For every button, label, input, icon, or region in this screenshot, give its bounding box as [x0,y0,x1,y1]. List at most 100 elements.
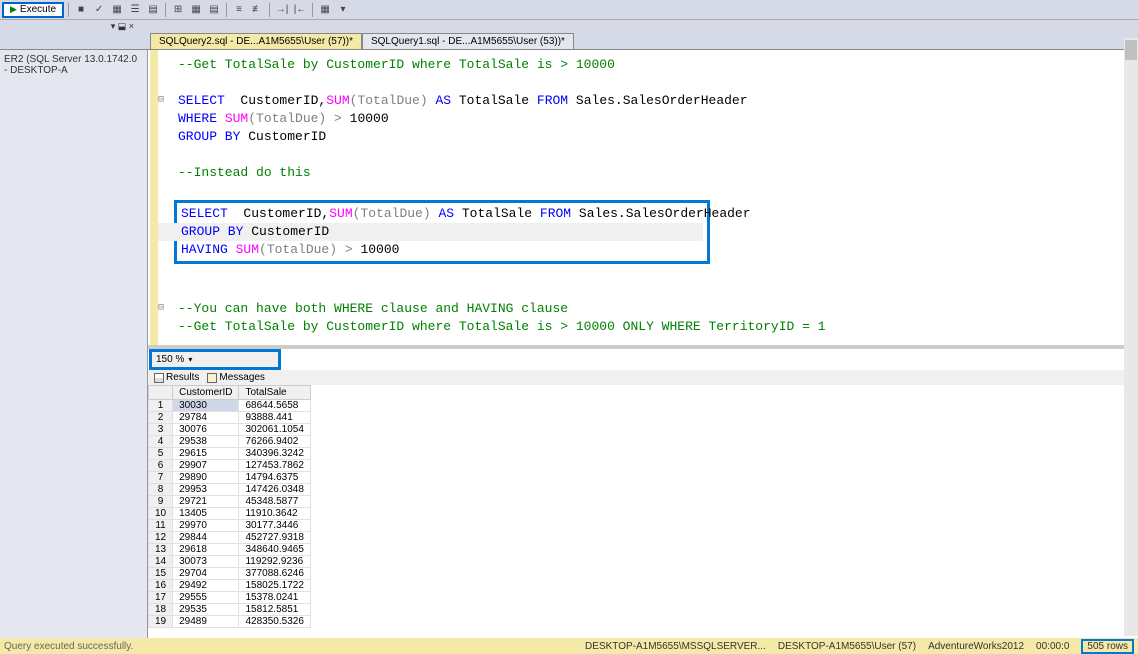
vertical-scrollbar[interactable] [1124,38,1138,636]
table-row[interactable]: 92972145348.5877 [149,496,311,508]
table-row[interactable]: 1229844452727.9318 [149,532,311,544]
table-row[interactable]: 13003068644.5658 [149,400,311,412]
cell-customerid[interactable]: 29721 [173,496,239,508]
table-row[interactable]: 42953876266.9402 [149,436,311,448]
results-grid[interactable]: CustomerID TotalSale 13003068644.5658229… [148,385,1138,640]
table-row[interactable]: 1529704377088.6246 [149,568,311,580]
table-row[interactable]: 172955515378.0241 [149,592,311,604]
zoom-level[interactable]: 150 % [156,354,184,365]
cell-customerid[interactable]: 29615 [173,448,239,460]
table-row[interactable]: 330076302061.1054 [149,424,311,436]
table-row[interactable]: 529615340396.3242 [149,448,311,460]
cell-customerid[interactable]: 29890 [173,472,239,484]
cell-customerid[interactable]: 29489 [173,616,239,628]
tab-query1[interactable]: SQLQuery1.sql - DE...A1M5655\User (53))* [362,33,574,49]
cell-customerid[interactable]: 29492 [173,580,239,592]
sql-editor[interactable]: --Get TotalSale by CustomerID where Tota… [150,50,1138,345]
cell-customerid[interactable]: 30073 [173,556,239,568]
cell-totalsale[interactable]: 377088.6246 [239,568,310,580]
cell-totalsale[interactable]: 158025.1722 [239,580,310,592]
cell-customerid[interactable]: 29555 [173,592,239,604]
cell-totalsale[interactable]: 93888.441 [239,412,310,424]
row-number: 12 [149,532,173,544]
debug-icon[interactable]: ■ [73,2,89,18]
pane-controls[interactable]: ▾ ⬓ × [111,21,134,32]
stats-icon[interactable]: ▤ [145,2,161,18]
table-row[interactable]: 829953147426.0348 [149,484,311,496]
row-number: 15 [149,568,173,580]
cell-totalsale[interactable]: 348640.9465 [239,544,310,556]
table-row[interactable]: 22978493888.441 [149,412,311,424]
cell-customerid[interactable]: 13405 [173,508,239,520]
cell-totalsale[interactable]: 147426.0348 [239,484,310,496]
cell-totalsale[interactable]: 302061.1054 [239,424,310,436]
table-row[interactable]: 629907127453.7862 [149,460,311,472]
cell-customerid[interactable]: 29538 [173,436,239,448]
tab-messages[interactable]: Messages [207,372,265,383]
cell-customerid[interactable]: 29844 [173,532,239,544]
row-number: 3 [149,424,173,436]
cell-totalsale[interactable]: 76266.9402 [239,436,310,448]
intellisense-icon[interactable]: ▾ [335,2,351,18]
cell-totalsale[interactable]: 30177.3446 [239,520,310,532]
cell-totalsale[interactable]: 14794.6375 [239,472,310,484]
table-row[interactable]: 101340511910.3642 [149,508,311,520]
cell-totalsale[interactable]: 68644.5658 [239,400,310,412]
indent-icon[interactable]: →| [274,2,290,18]
check-icon[interactable]: ✓ [91,2,107,18]
cell-customerid[interactable]: 29704 [173,568,239,580]
object-explorer: ER2 (SQL Server 13.0.1742.0 - DESKTOP-A [0,50,148,640]
uncomment-icon[interactable]: ≢ [249,2,265,18]
cell-customerid[interactable]: 29907 [173,460,239,472]
cell-totalsale[interactable]: 428350.5326 [239,616,310,628]
zoom-box-highlight: 150 % ▾ [149,349,281,370]
cell-customerid[interactable]: 29535 [173,604,239,616]
cell-totalsale[interactable]: 452727.9318 [239,532,310,544]
results-grid-icon[interactable]: ▦ [188,2,204,18]
sqlcmd-icon[interactable]: ▦ [317,2,333,18]
cell-totalsale[interactable]: 11910.3642 [239,508,310,520]
status-bar: Query executed successfully. DESKTOP-A1M… [0,638,1138,654]
parse-icon[interactable]: ▦ [109,2,125,18]
row-number: 17 [149,592,173,604]
horizontal-splitter[interactable] [148,345,1138,349]
cell-totalsale[interactable]: 45348.5877 [239,496,310,508]
pane-control-row: ▾ ⬓ × [0,20,1138,32]
table-row[interactable]: 1430073119292.9236 [149,556,311,568]
cell-totalsale[interactable]: 119292.9236 [239,556,310,568]
cell-totalsale[interactable]: 127453.7862 [239,460,310,472]
table-row[interactable]: 72989014794.6375 [149,472,311,484]
cell-customerid[interactable]: 29618 [173,544,239,556]
cell-customerid[interactable]: 29953 [173,484,239,496]
table-row[interactable]: 182953515812.5851 [149,604,311,616]
outline-icon[interactable]: ⊞ [170,2,186,18]
row-number: 19 [149,616,173,628]
results-text-icon[interactable]: ▤ [206,2,222,18]
cell-customerid[interactable]: 30076 [173,424,239,436]
cell-customerid[interactable]: 29784 [173,412,239,424]
table-row[interactable]: 1329618348640.9465 [149,544,311,556]
comment-icon[interactable]: ≡ [231,2,247,18]
table-row[interactable]: 112997030177.3446 [149,520,311,532]
scroll-thumb[interactable] [1125,40,1137,60]
plan-icon[interactable]: ☰ [127,2,143,18]
outdent-icon[interactable]: |← [292,2,308,18]
table-row[interactable]: 1629492158025.1722 [149,580,311,592]
cell-customerid[interactable]: 29970 [173,520,239,532]
table-row[interactable]: 1929489428350.5326 [149,616,311,628]
col-customerid[interactable]: CustomerID [173,386,239,400]
server-node[interactable]: ER2 (SQL Server 13.0.1742.0 - DESKTOP-A [4,54,143,76]
execute-button[interactable]: ▶ Execute [2,2,64,18]
col-totalsale[interactable]: TotalSale [239,386,310,400]
main-toolbar: ▶ Execute ■ ✓ ▦ ☰ ▤ ⊞ ▦ ▤ ≡ ≢ →| |← ▦ ▾ [0,0,1138,20]
cell-totalsale[interactable]: 15812.5851 [239,604,310,616]
status-exec-msg: Query executed successfully. [4,641,573,652]
tab-query2[interactable]: SQLQuery2.sql - DE...A1M5655\User (57))* [150,33,362,49]
cell-customerid[interactable]: 30030 [173,400,239,412]
row-number: 7 [149,472,173,484]
cell-totalsale[interactable]: 340396.3242 [239,448,310,460]
execute-label: Execute [20,4,56,15]
zoom-dropdown-icon[interactable]: ▾ [188,355,192,364]
tab-results[interactable]: Results [154,372,199,383]
cell-totalsale[interactable]: 15378.0241 [239,592,310,604]
